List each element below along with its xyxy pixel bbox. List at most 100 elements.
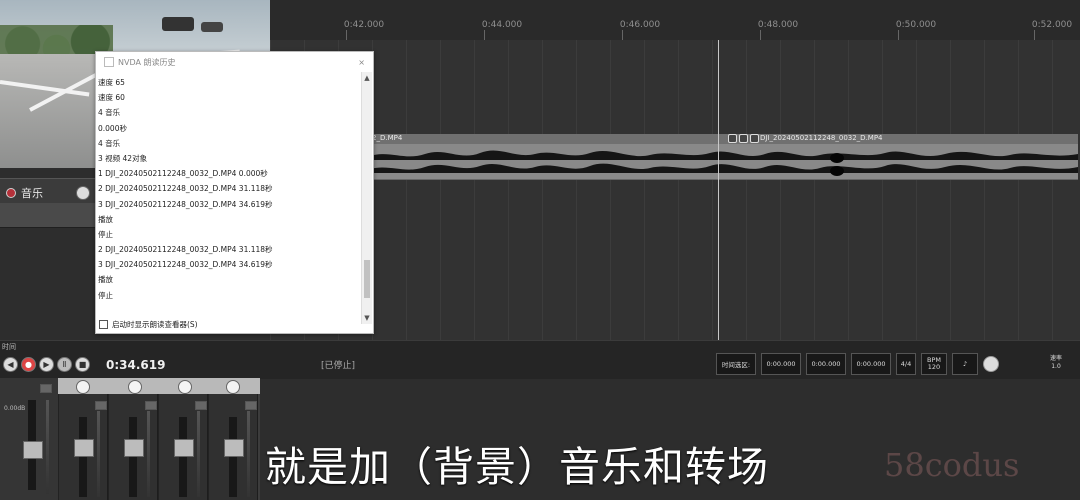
- take-icon: [728, 134, 737, 143]
- mixer-strip[interactable]: [208, 394, 258, 500]
- meter-value: 4/4: [900, 360, 912, 368]
- strip-button[interactable]: [95, 401, 107, 410]
- fader-track: [79, 417, 87, 497]
- selection-controls: 时间选区: 0:00.000 0:00.000 0:00.000 4/4 BPM…: [716, 353, 999, 375]
- strip-button[interactable]: [145, 401, 157, 410]
- mixer-strip[interactable]: [108, 394, 158, 500]
- history-line: 2 DJI_20240502112248_0032_D.MP4 31.118秒: [98, 245, 273, 255]
- dialog-title: NVDA 朗读历史: [118, 57, 176, 67]
- history-line: 播放: [98, 275, 113, 285]
- master-fader[interactable]: [23, 441, 43, 459]
- ruler-tick-line: [346, 30, 347, 40]
- master-meter: [46, 400, 49, 494]
- pan-knob[interactable]: [226, 380, 240, 394]
- selection-end-box[interactable]: 0:00.000: [806, 353, 846, 375]
- selection-start: 0:00.000: [766, 360, 796, 368]
- startup-checkbox-label: 启动时显示朗读查看器(S): [112, 319, 198, 329]
- fx-icon: [750, 134, 759, 143]
- pause-icon[interactable]: Ⅱ: [57, 357, 72, 372]
- rate-value: 1.0: [1051, 363, 1061, 370]
- volume-knob[interactable]: [76, 186, 90, 200]
- record-arm-icon[interactable]: [6, 188, 16, 198]
- history-line: 停止: [98, 229, 113, 239]
- level-meter: [247, 411, 250, 497]
- play-icon[interactable]: ▶: [39, 357, 54, 372]
- waveform-top: [370, 150, 1078, 160]
- bpm-value: 120: [927, 363, 941, 371]
- selection-start-box[interactable]: 0:00.000: [761, 353, 801, 375]
- fader-track: [129, 417, 137, 497]
- master-knob[interactable]: [983, 356, 999, 372]
- history-line: 0.000秒: [98, 123, 127, 133]
- master-db: 0.00dB: [4, 405, 26, 412]
- history-line: 4 音乐: [98, 138, 121, 148]
- level-meter: [97, 411, 100, 497]
- scroll-down-icon[interactable]: ▼: [362, 312, 372, 324]
- ruler-tick-line: [1034, 30, 1035, 40]
- time-ruler[interactable]: 0:42.000 0:44.000 0:46.000 0:48.000 0:50…: [270, 0, 1080, 41]
- fader[interactable]: [224, 439, 244, 457]
- ruler-tick: 0:52.000: [1031, 20, 1073, 30]
- reaper-screen: 音乐 0:42.000 0:44.000 0:46.000 0:48.000 0…: [0, 0, 1080, 500]
- mute-icon: [739, 134, 748, 143]
- ruler-tick: 0:50.000: [895, 20, 937, 30]
- ruler-tick-line: [484, 30, 485, 40]
- pan-knob[interactable]: [178, 380, 192, 394]
- stop-icon[interactable]: ■: [75, 357, 90, 372]
- selection-label-box: 时间选区:: [716, 353, 756, 375]
- fader-track: [229, 417, 237, 497]
- history-line: 1 DJI_20240502112248_0032_D.MP4 0.000秒: [98, 169, 268, 179]
- ruler-tick: 0:46.000: [619, 20, 661, 30]
- audio-item-name-left: 2_D.MP4: [372, 134, 403, 142]
- track-body[interactable]: [0, 203, 95, 227]
- selection-end: 0:00.000: [811, 360, 841, 368]
- audio-item[interactable]: 2_D.MP4 DJI_20240502112248_0032_D.MP4: [370, 134, 1078, 180]
- pan-knob[interactable]: [128, 380, 142, 394]
- rewind-icon[interactable]: ◀: [3, 357, 18, 372]
- history-line: 3 DJI_20240502112248_0032_D.MP4 34.619秒: [98, 260, 273, 270]
- strip-button[interactable]: [195, 401, 207, 410]
- dialog-vertical-scrollbar[interactable]: ▲ ▼: [361, 72, 372, 324]
- play-cursor[interactable]: [718, 40, 719, 340]
- fader[interactable]: [124, 439, 144, 457]
- dialog-history-list[interactable]: 速度 65 速度 60 4 音乐 0.000秒 4 音乐 3 视频 42对象 1…: [97, 72, 360, 327]
- transport-bar: 时间 ◀ ● ▶ Ⅱ ■ 0:34.619 [已停止] 时间选区: 0:00.0…: [0, 340, 1080, 379]
- mixer-panel: 0.00dB: [0, 378, 260, 500]
- selection-length: 0:00.000: [856, 360, 886, 368]
- time-label: 时间: [2, 343, 16, 351]
- selection-length-box[interactable]: 0:00.000: [851, 353, 891, 375]
- bpm-box[interactable]: BPM 120: [921, 353, 947, 375]
- audio-item-name-right: DJI_20240502112248_0032_D.MP4: [760, 134, 883, 142]
- transport-buttons: ◀ ● ▶ Ⅱ ■: [3, 357, 90, 372]
- startup-checkbox-row[interactable]: 启动时显示朗读查看器(S): [99, 318, 359, 330]
- metronome-icon: ♪: [962, 360, 968, 368]
- level-meter: [147, 411, 150, 497]
- meter-box[interactable]: 4/4: [896, 353, 916, 375]
- ruler-tick: 0:42.000: [343, 20, 385, 30]
- mixer-strip[interactable]: [58, 394, 108, 500]
- ruler-tick-line: [622, 30, 623, 40]
- track-header[interactable]: 音乐: [6, 184, 90, 202]
- fader[interactable]: [174, 439, 194, 457]
- track-panel[interactable]: 音乐: [0, 178, 95, 228]
- playback-rate[interactable]: 速率 1.0: [1050, 355, 1062, 371]
- timeline-grid[interactable]: [270, 40, 1080, 340]
- timeline[interactable]: 0:42.000 0:44.000 0:46.000 0:48.000 0:50…: [270, 0, 1080, 340]
- waveform-peak: [830, 153, 844, 163]
- master-strip[interactable]: 0.00dB: [0, 378, 58, 500]
- scroll-up-icon[interactable]: ▲: [362, 72, 372, 84]
- fader[interactable]: [74, 439, 94, 457]
- master-mute-button[interactable]: [40, 384, 52, 393]
- record-icon[interactable]: ●: [21, 357, 36, 372]
- metronome-box[interactable]: ♪: [952, 353, 978, 375]
- startup-checkbox[interactable]: [99, 319, 108, 329]
- mixer-strip[interactable]: [158, 394, 208, 500]
- close-icon[interactable]: ×: [358, 58, 365, 67]
- pan-knob[interactable]: [76, 380, 90, 394]
- history-line: 速度 60: [98, 93, 125, 103]
- dialog-scroll-thumb[interactable]: [364, 260, 370, 298]
- strip-button[interactable]: [245, 401, 257, 410]
- dialog-titlebar[interactable]: NVDA 朗读历史 ×: [96, 52, 373, 72]
- preview-vehicle: [162, 17, 194, 31]
- nvda-history-dialog[interactable]: NVDA 朗读历史 × 速度 65 速度 60 4 音乐 0.000秒 4 音乐…: [95, 51, 374, 334]
